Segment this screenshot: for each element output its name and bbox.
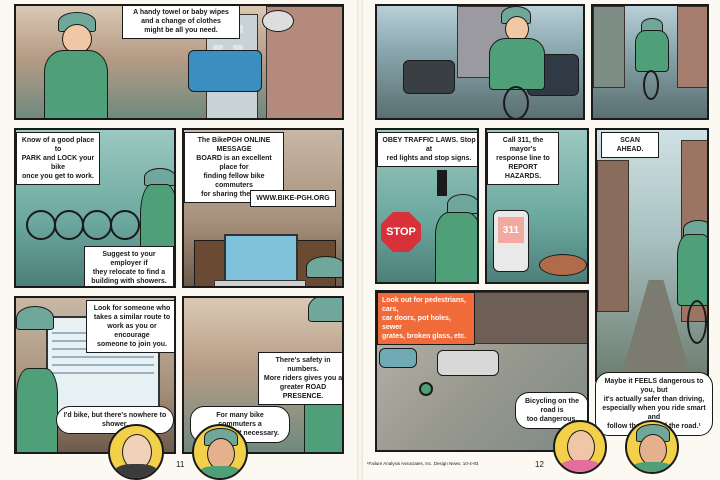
cyclist-topdown <box>419 382 433 396</box>
caption-towel: A handy towel or baby wipes and a change… <box>122 6 240 39</box>
caption-park: Know of a good place to PARK and LOCK yo… <box>16 132 100 185</box>
building <box>677 6 707 88</box>
building <box>597 160 629 312</box>
portrait-woman <box>553 420 607 474</box>
building <box>593 6 625 88</box>
phone-screen: 311 <box>498 217 524 243</box>
bike-rack <box>110 210 140 240</box>
cyclist-helmet <box>306 256 342 278</box>
page-number: 12 <box>535 460 544 469</box>
rooftop <box>473 292 587 344</box>
page-number: 11 <box>176 460 185 469</box>
caption-traffic-laws: OBEY TRAFFIC LAWS. Stop at red lights an… <box>377 132 477 167</box>
caption-call-311: Call 311, the mayor's response line to R… <box>487 132 559 185</box>
panel-rider-traffic <box>375 4 585 120</box>
cyclist-helmet <box>16 306 54 330</box>
cyclist-helmet <box>308 298 342 322</box>
speech-bubble-no-shower: I'd bike, but there's nowhere to shower. <box>56 406 174 434</box>
footnote: ¹Failure Analysis Associates, Inc. Desig… <box>367 461 479 466</box>
bike-wheel <box>643 70 659 100</box>
cyclist-shirt <box>489 38 545 90</box>
bike-rack <box>82 210 112 240</box>
panel-towel: A handy towel or baby wipes and a change… <box>14 4 344 120</box>
bike-rack <box>54 210 84 240</box>
traffic-light <box>437 170 447 196</box>
laptop-base <box>214 280 306 286</box>
manhole <box>539 254 587 276</box>
caption-url: WWW.BIKE-PGH.ORG <box>250 190 336 207</box>
caption-look-out: Look out for pedestrians, cars, car door… <box>377 292 475 345</box>
caption-safety: There's safety in numbers. More riders g… <box>258 352 342 405</box>
bike-rack <box>26 210 56 240</box>
caption-employer: Suggest to your employer if they relocat… <box>84 246 174 286</box>
portrait-man <box>108 424 164 480</box>
panel-aerial-street: Look out for pedestrians, cars, car door… <box>375 290 589 452</box>
portrait-cyclist <box>625 420 679 474</box>
cell-phone: 311 <box>493 210 529 272</box>
panel-rider-ahead <box>591 4 709 120</box>
cyclist-shirt <box>635 30 669 72</box>
cyclist-shirt <box>44 50 108 118</box>
panel-bike-rack: Know of a good place to PARK and LOCK yo… <box>14 128 176 288</box>
car <box>403 60 455 94</box>
bike-wheel <box>687 300 707 344</box>
car <box>437 350 499 376</box>
cyclist-shirt <box>677 234 707 306</box>
right-page: STOP OBEY TRAFFIC LAWS. Stop at red ligh… <box>363 0 720 480</box>
cyclist-shirt <box>435 212 477 282</box>
cyclist-helmet <box>447 194 477 214</box>
towel <box>188 50 262 92</box>
panel-stop-sign: STOP OBEY TRAFFIC LAWS. Stop at red ligh… <box>375 128 479 284</box>
left-page: A handy towel or baby wipes and a change… <box>0 0 357 480</box>
bike-wheel <box>503 86 529 118</box>
panel-scan-ahead: SCAN AHEAD. <box>595 128 709 382</box>
caption-similar-route: Look for someone who takes a similar rou… <box>86 300 174 353</box>
panel-laptop: The BikePGH ONLINE MESSAGE BOARD is an e… <box>182 128 344 288</box>
showerhead <box>262 10 294 32</box>
stop-sign: STOP <box>381 212 421 252</box>
car <box>379 348 417 368</box>
laptop-screen <box>224 234 298 284</box>
cyclist-shirt <box>16 368 58 452</box>
portrait-cyclist <box>192 424 248 480</box>
panel-call-311: 311 Call 311, the mayor's response line … <box>485 128 589 284</box>
caption-scan-ahead: SCAN AHEAD. <box>601 132 659 158</box>
